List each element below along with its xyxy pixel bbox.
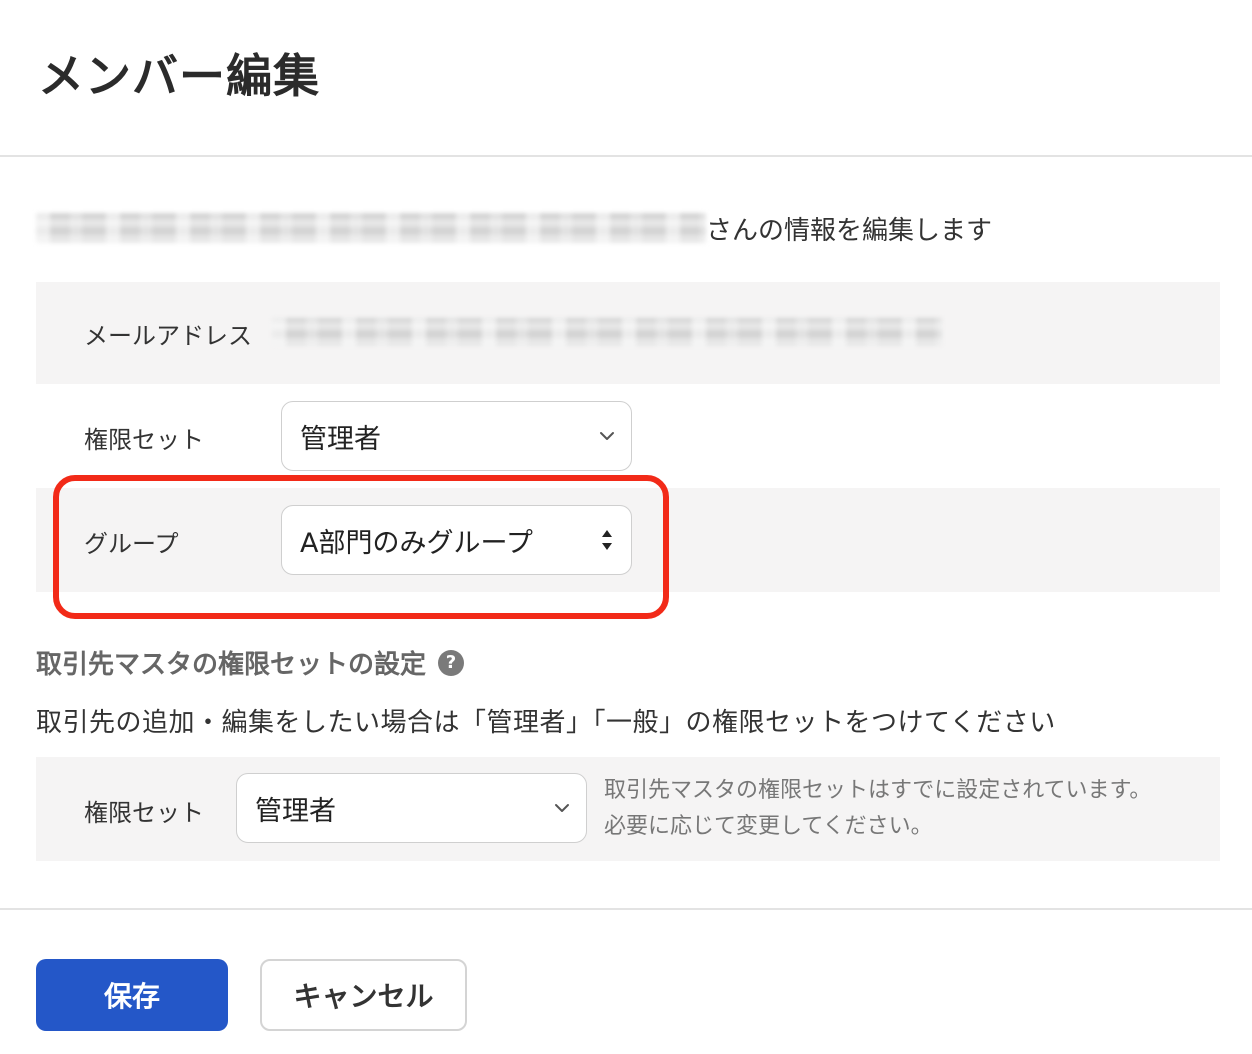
- partner-permission-select-value: 管理者: [255, 795, 336, 827]
- save-button[interactable]: 保存: [36, 959, 228, 1031]
- group-select[interactable]: A部門のみグループ: [281, 505, 632, 575]
- permission-select[interactable]: 管理者: [281, 401, 632, 471]
- group-row: グループ A部門のみグループ: [36, 488, 1220, 592]
- email-row: メールアドレス: [36, 282, 1220, 384]
- email-label: メールアドレス: [84, 322, 252, 350]
- partner-section-title-text: 取引先マスタの権限セットの設定: [36, 650, 427, 680]
- group-label: グループ: [84, 530, 179, 558]
- chevron-down-icon: [552, 798, 572, 818]
- dialog-title: メンバー編集: [38, 49, 320, 103]
- permission-row: 権限セット 管理者: [36, 384, 1220, 488]
- redacted-member-name: [36, 213, 706, 243]
- intro-text: さんの情報を編集します: [36, 206, 992, 250]
- updown-arrows-icon: [597, 530, 617, 550]
- email-value-wrap: [272, 318, 942, 350]
- permission-label: 権限セット: [84, 426, 204, 454]
- partner-permission-label: 権限セット: [84, 799, 204, 827]
- partner-permission-note: 取引先マスタの権限セットはすでに設定されています。必要に応じて変更してください。: [604, 778, 1152, 839]
- dialog-header: メンバー編集: [0, 0, 1252, 157]
- partner-permission-select[interactable]: 管理者: [236, 773, 587, 843]
- partner-section-description: 取引先の追加・編集をしたい場合は「管理者」「一般」の権限セットをつけてください: [36, 708, 1056, 738]
- chevron-down-icon: [597, 426, 617, 446]
- partner-permission-row: 権限セット 管理者 取引先マスタの権限セットはすでに設定されています。必要に応じ…: [36, 757, 1220, 861]
- question-circle-icon[interactable]: ?: [438, 649, 465, 676]
- permission-select-value: 管理者: [300, 423, 381, 455]
- footer-divider: [0, 908, 1252, 910]
- cancel-button[interactable]: キャンセル: [260, 959, 467, 1031]
- group-select-value: A部門のみグループ: [300, 527, 533, 559]
- member-edit-dialog: メンバー編集 さんの情報を編集します メールアドレス 権限セット 管理者 グルー…: [0, 0, 1252, 1054]
- intro-suffix: さんの情報を編集します: [706, 215, 993, 246]
- partner-section-title: 取引先マスタの権限セットの設定 ?: [36, 644, 465, 681]
- redacted-email: [272, 318, 942, 346]
